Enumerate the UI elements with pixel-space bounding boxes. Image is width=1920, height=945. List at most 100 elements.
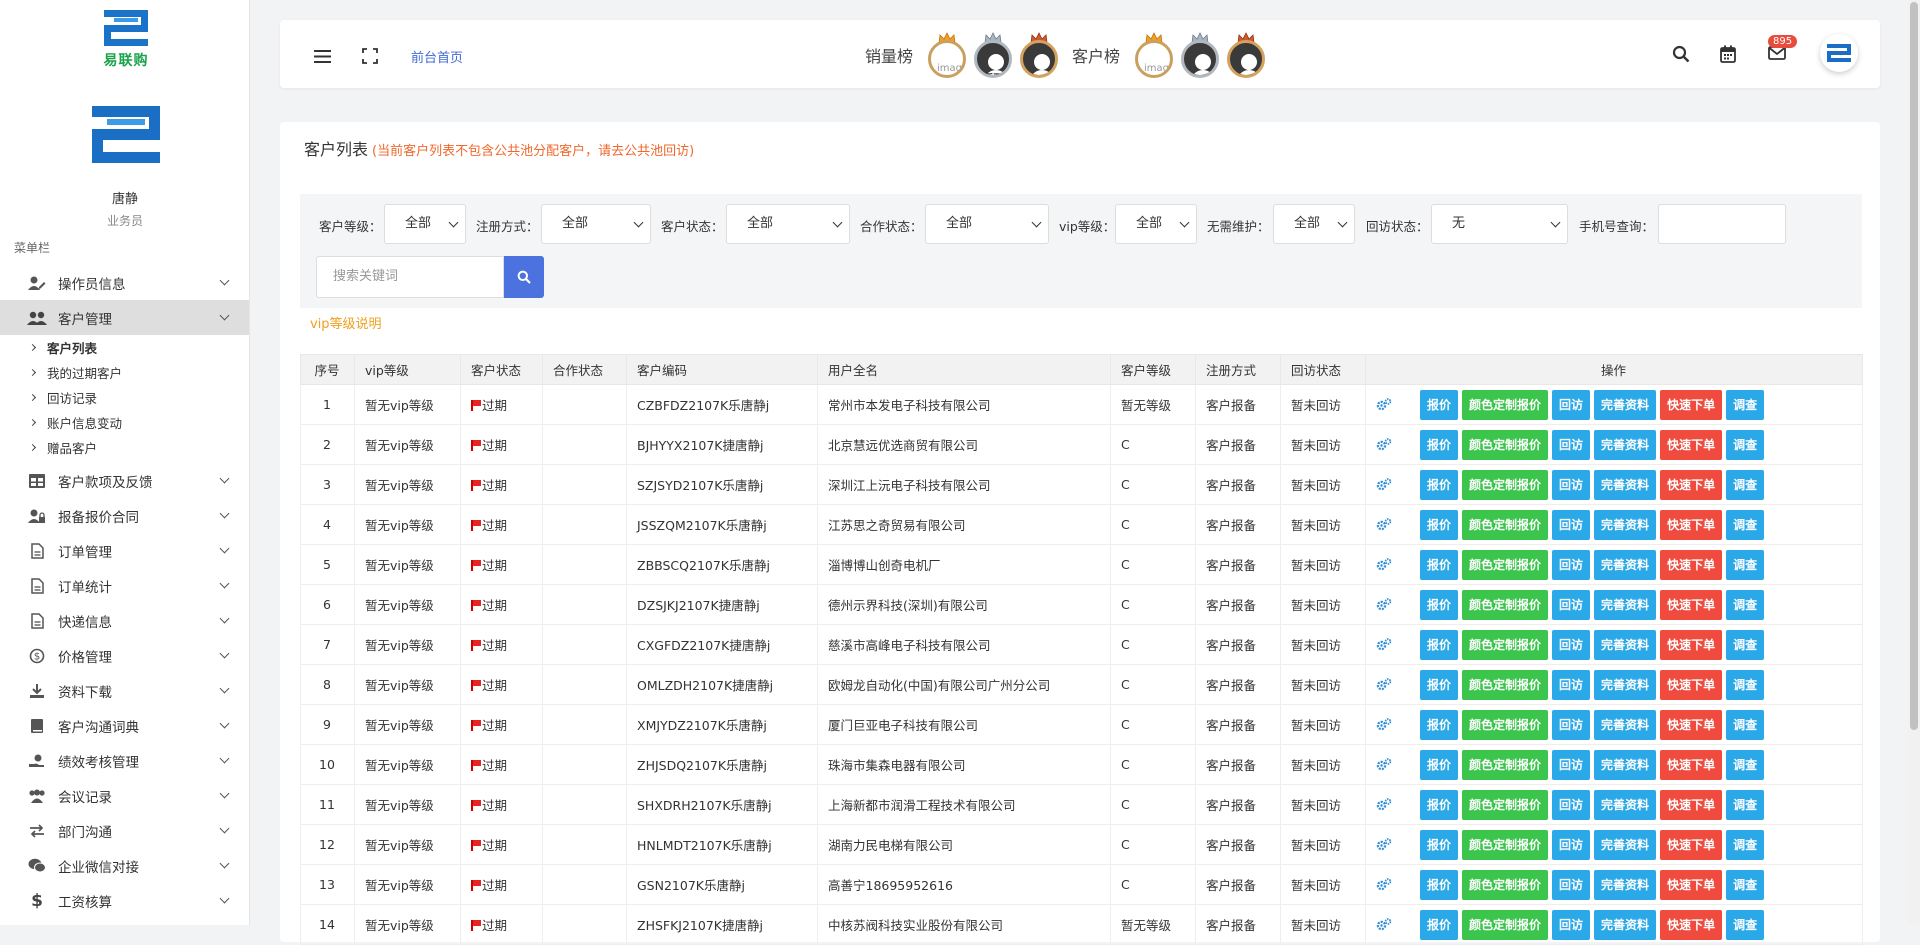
complete-info-button[interactable]: 完善资料: [1594, 829, 1657, 860]
color-quote-button[interactable]: 颜色定制报价: [1462, 749, 1549, 780]
quote-button[interactable]: 报价: [1420, 629, 1459, 660]
sidebar-item-order-management[interactable]: 订单管理: [0, 533, 249, 568]
sidebar-subitem-gift-customers[interactable]: 赠品客户: [0, 435, 249, 460]
survey-button[interactable]: 调查: [1726, 389, 1765, 420]
quick-order-button[interactable]: 快速下单: [1660, 469, 1723, 500]
quote-button[interactable]: 报价: [1420, 829, 1459, 860]
filter-select-cooperation[interactable]: 全部: [925, 204, 1049, 244]
sales-rank-avatar-2[interactable]: 暂无: [970, 32, 1016, 78]
sidebar-item-wechat-integration[interactable]: 企业微信对接: [0, 848, 249, 883]
mail-icon[interactable]: [1768, 45, 1786, 65]
sales-rank-avatar-3[interactable]: [1016, 32, 1062, 78]
color-quote-button[interactable]: 颜色定制报价: [1462, 509, 1549, 540]
visit-button[interactable]: 回访: [1552, 629, 1591, 660]
sidebar-item-meeting-records[interactable]: 会议记录: [0, 778, 249, 813]
quote-button[interactable]: 报价: [1420, 669, 1459, 700]
quote-button[interactable]: 报价: [1420, 429, 1459, 460]
quote-button[interactable]: 报价: [1420, 869, 1459, 900]
color-quote-button[interactable]: 颜色定制报价: [1462, 669, 1549, 700]
settings-gear-icon[interactable]: [1376, 757, 1392, 772]
quote-button[interactable]: 报价: [1420, 469, 1459, 500]
quote-button[interactable]: 报价: [1420, 709, 1459, 740]
search-button[interactable]: [504, 256, 544, 298]
sidebar-item-communication-dictionary[interactable]: 客户沟通词典: [0, 708, 249, 743]
sidebar-item-downloads[interactable]: 资料下载: [0, 673, 249, 708]
quote-button[interactable]: 报价: [1420, 789, 1459, 820]
color-quote-button[interactable]: 颜色定制报价: [1462, 429, 1549, 460]
color-quote-button[interactable]: 颜色定制报价: [1462, 549, 1549, 580]
quick-order-button[interactable]: 快速下单: [1660, 869, 1723, 900]
survey-button[interactable]: 调查: [1726, 589, 1765, 620]
visit-button[interactable]: 回访: [1552, 789, 1591, 820]
complete-info-button[interactable]: 完善资料: [1594, 509, 1657, 540]
sidebar-item-price-management[interactable]: $ 价格管理: [0, 638, 249, 673]
quick-order-button[interactable]: 快速下单: [1660, 749, 1723, 780]
phone-search-input[interactable]: [1658, 204, 1786, 244]
settings-gear-icon[interactable]: [1376, 797, 1392, 812]
color-quote-button[interactable]: 颜色定制报价: [1462, 709, 1549, 740]
survey-button[interactable]: 调查: [1726, 509, 1765, 540]
color-quote-button[interactable]: 颜色定制报价: [1462, 589, 1549, 620]
customer-rank-avatar-2[interactable]: [1177, 32, 1223, 78]
quote-button[interactable]: 报价: [1420, 549, 1459, 580]
sales-rank-avatar-1[interactable]: image: [924, 32, 970, 78]
quick-order-button[interactable]: 快速下单: [1660, 589, 1723, 620]
customer-rank-avatar-3[interactable]: [1223, 32, 1269, 78]
complete-info-button[interactable]: 完善资料: [1594, 709, 1657, 740]
sidebar-subitem-account-changes[interactable]: 账户信息变动: [0, 410, 249, 435]
visit-button[interactable]: 回访: [1552, 669, 1591, 700]
color-quote-button[interactable]: 颜色定制报价: [1462, 829, 1549, 860]
visit-button[interactable]: 回访: [1552, 389, 1591, 420]
complete-info-button[interactable]: 完善资料: [1594, 789, 1657, 820]
sidebar-item-customer-management[interactable]: 客户管理: [0, 300, 249, 335]
survey-button[interactable]: 调查: [1726, 829, 1765, 860]
visit-button[interactable]: 回访: [1552, 749, 1591, 780]
visit-button[interactable]: 回访: [1552, 709, 1591, 740]
color-quote-button[interactable]: 颜色定制报价: [1462, 789, 1549, 820]
color-quote-button[interactable]: 颜色定制报价: [1462, 869, 1549, 900]
customer-rank-avatar-1[interactable]: image: [1131, 32, 1177, 78]
survey-button[interactable]: 调查: [1726, 709, 1765, 740]
visit-button[interactable]: 回访: [1552, 869, 1591, 900]
sidebar-subitem-expired-customers[interactable]: 我的过期客户: [0, 360, 249, 385]
complete-info-button[interactable]: 完善资料: [1594, 589, 1657, 620]
settings-gear-icon[interactable]: [1376, 677, 1392, 692]
vip-level-help-link[interactable]: vip等级说明: [310, 313, 382, 332]
settings-gear-icon[interactable]: [1376, 517, 1392, 532]
fullscreen-icon[interactable]: [362, 48, 378, 68]
settings-gear-icon[interactable]: [1376, 717, 1392, 732]
visit-button[interactable]: 回访: [1552, 509, 1591, 540]
complete-info-button[interactable]: 完善资料: [1594, 429, 1657, 460]
visit-button[interactable]: 回访: [1552, 429, 1591, 460]
filter-select-register[interactable]: 全部: [541, 204, 651, 244]
sidebar-item-order-statistics[interactable]: 订单统计: [0, 568, 249, 603]
visit-button[interactable]: 回访: [1552, 829, 1591, 860]
settings-gear-icon[interactable]: [1376, 437, 1392, 452]
search-icon[interactable]: [1672, 45, 1690, 67]
survey-button[interactable]: 调查: [1726, 549, 1765, 580]
filter-select-status[interactable]: 全部: [726, 204, 850, 244]
filter-select-vip[interactable]: 全部: [1115, 204, 1197, 244]
complete-info-button[interactable]: 完善资料: [1594, 749, 1657, 780]
visit-button[interactable]: 回访: [1552, 549, 1591, 580]
sidebar-item-quote-contract[interactable]: 报备报价合同: [0, 498, 249, 533]
quick-order-button[interactable]: 快速下单: [1660, 709, 1723, 740]
quote-button[interactable]: 报价: [1420, 509, 1459, 540]
sidebar-item-performance[interactable]: 绩效考核管理: [0, 743, 249, 778]
color-quote-button[interactable]: 颜色定制报价: [1462, 629, 1549, 660]
settings-gear-icon[interactable]: [1376, 637, 1392, 652]
quick-order-button[interactable]: 快速下单: [1660, 829, 1723, 860]
settings-gear-icon[interactable]: [1376, 837, 1392, 852]
quote-button[interactable]: 报价: [1420, 589, 1459, 620]
survey-button[interactable]: 调查: [1726, 429, 1765, 460]
complete-info-button[interactable]: 完善资料: [1594, 389, 1657, 420]
quick-order-button[interactable]: 快速下单: [1660, 549, 1723, 580]
quick-order-button[interactable]: 快速下单: [1660, 429, 1723, 460]
menu-toggle-icon[interactable]: [314, 50, 331, 67]
settings-gear-icon[interactable]: [1376, 597, 1392, 612]
scrollbar-thumb[interactable]: [1910, 2, 1918, 730]
color-quote-button[interactable]: 颜色定制报价: [1462, 469, 1549, 500]
quick-order-button[interactable]: 快速下单: [1660, 629, 1723, 660]
calendar-icon[interactable]: [1720, 45, 1736, 67]
sidebar-item-payroll[interactable]: $ 工资核算: [0, 883, 249, 918]
